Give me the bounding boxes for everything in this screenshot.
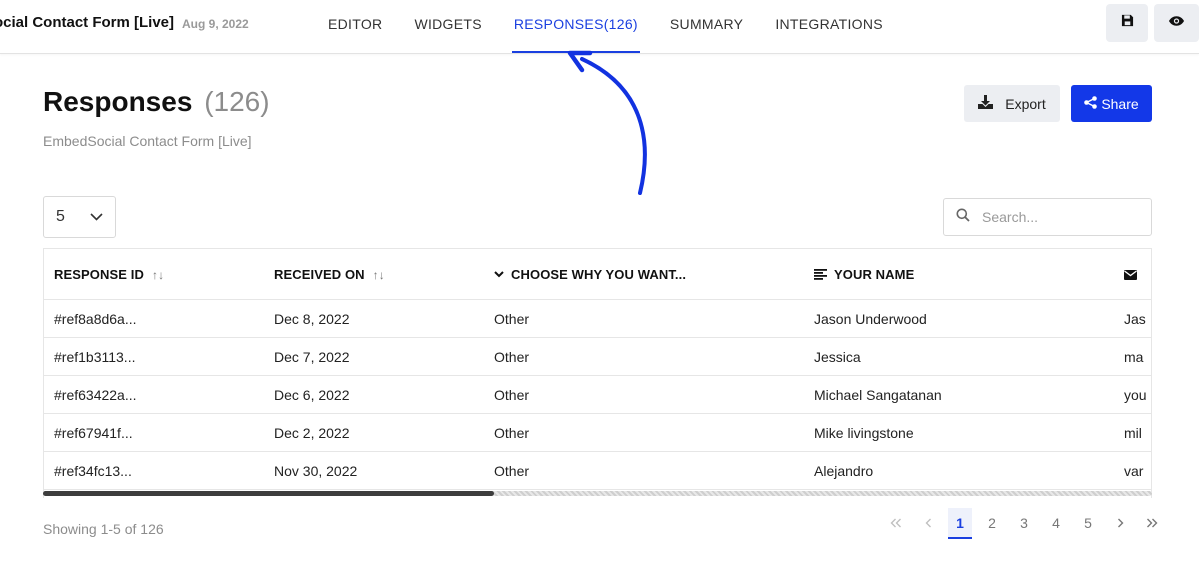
page-5-button[interactable]: 5 bbox=[1072, 508, 1104, 538]
share-button[interactable]: Share bbox=[1071, 85, 1152, 122]
cell-email: mil bbox=[1124, 425, 1142, 441]
page-3-button[interactable]: 3 bbox=[1008, 508, 1040, 538]
share-icon bbox=[1084, 95, 1098, 112]
cell-email: ma bbox=[1124, 349, 1144, 365]
column-header-choose-why[interactable]: CHOOSE WHY YOU WANT... bbox=[494, 249, 794, 300]
floppy-disk-icon bbox=[1121, 14, 1134, 32]
page-title-text: Responses bbox=[43, 86, 193, 117]
share-label: Share bbox=[1101, 95, 1139, 112]
tab-responses[interactable]: RESPONSES(126) bbox=[498, 0, 654, 54]
sort-icon[interactable]: ↑↓ bbox=[373, 268, 385, 282]
cell-response-id: #ref67941f... bbox=[54, 425, 133, 441]
horizontal-scrollbar[interactable] bbox=[43, 491, 1152, 496]
column-label: RECEIVED ON bbox=[274, 267, 365, 282]
response-count: (126) bbox=[204, 86, 270, 117]
cell-received-on: Dec 8, 2022 bbox=[274, 311, 350, 327]
envelope-icon bbox=[1124, 269, 1137, 280]
page-title: Responses (126) bbox=[43, 86, 270, 118]
table-row[interactable]: #ref8a8d6a... Dec 8, 2022 Other Jason Un… bbox=[44, 300, 1151, 338]
column-label: YOUR NAME bbox=[834, 267, 915, 282]
page-2-button[interactable]: 2 bbox=[976, 508, 1008, 538]
next-page-button[interactable] bbox=[1104, 508, 1136, 538]
table-row[interactable]: #ref67941f... Dec 2, 2022 Other Mike liv… bbox=[44, 414, 1151, 452]
form-title: ocial Contact Form [Live] bbox=[0, 14, 175, 31]
column-label: RESPONSE ID bbox=[54, 267, 144, 282]
preview-button[interactable] bbox=[1154, 4, 1199, 42]
cell-response-id: #ref1b3113... bbox=[54, 349, 136, 365]
column-header-received-on[interactable]: RECEIVED ON ↑↓ bbox=[274, 249, 474, 300]
showing-count: Showing 1-5 of 126 bbox=[43, 521, 164, 537]
search-box[interactable] bbox=[943, 198, 1152, 236]
table-row[interactable]: #ref34fc13... Nov 30, 2022 Other Alejand… bbox=[44, 452, 1151, 490]
responses-table: RESPONSE ID ↑↓ RECEIVED ON ↑↓ CHOOSE WHY… bbox=[43, 248, 1152, 498]
search-input[interactable] bbox=[982, 209, 1132, 225]
main-nav: EDITOR WIDGETS RESPONSES(126) SUMMARY IN… bbox=[312, 0, 899, 54]
chevron-down-icon bbox=[90, 208, 103, 226]
cell-reason: Other bbox=[494, 463, 530, 479]
chevron-right-icon bbox=[1117, 518, 1124, 528]
tab-editor[interactable]: EDITOR bbox=[312, 0, 398, 54]
cell-received-on: Dec 6, 2022 bbox=[274, 387, 350, 403]
cell-name: Jason Underwood bbox=[814, 311, 927, 327]
column-label: CHOOSE WHY YOU WANT... bbox=[511, 267, 687, 282]
table-row[interactable]: #ref1b3113... Dec 7, 2022 Other Jessica … bbox=[44, 338, 1151, 376]
cell-response-id: #ref63422a... bbox=[54, 387, 137, 403]
chevron-down-icon bbox=[494, 271, 504, 278]
cell-response-id: #ref34fc13... bbox=[54, 463, 132, 479]
cell-name: Mike livingstone bbox=[814, 425, 914, 441]
annotation-arrow bbox=[567, 50, 647, 195]
cell-reason: Other bbox=[494, 425, 530, 441]
download-icon bbox=[978, 95, 994, 112]
pagination: 1 2 3 4 5 bbox=[880, 508, 1168, 539]
cell-received-on: Dec 7, 2022 bbox=[274, 349, 350, 365]
cell-email: var bbox=[1124, 463, 1144, 479]
cell-received-on: Dec 2, 2022 bbox=[274, 425, 350, 441]
page-subtitle: EmbedSocial Contact Form [Live] bbox=[43, 133, 252, 149]
search-icon bbox=[956, 208, 970, 227]
cell-email: you bbox=[1124, 387, 1147, 403]
cell-email: Jas bbox=[1124, 311, 1146, 327]
page-size-select[interactable]: 5 bbox=[43, 196, 116, 238]
prev-page-button[interactable] bbox=[912, 508, 944, 538]
top-bar: ocial Contact Form [Live] Aug 9, 2022 ED… bbox=[0, 0, 1199, 54]
cell-reason: Other bbox=[494, 387, 530, 403]
cell-response-id: #ref8a8d6a... bbox=[54, 311, 137, 327]
text-lines-icon bbox=[814, 269, 827, 280]
table-row[interactable]: #ref63422a... Dec 6, 2022 Other Michael … bbox=[44, 376, 1151, 414]
scrollbar-thumb[interactable] bbox=[43, 491, 494, 496]
cell-reason: Other bbox=[494, 349, 530, 365]
export-button[interactable]: Export bbox=[964, 85, 1060, 122]
table-header: RESPONSE ID ↑↓ RECEIVED ON ↑↓ CHOOSE WHY… bbox=[44, 249, 1151, 300]
save-button[interactable] bbox=[1106, 4, 1148, 42]
sort-icon[interactable]: ↑↓ bbox=[152, 268, 164, 282]
tab-widgets[interactable]: WIDGETS bbox=[398, 0, 497, 54]
cell-reason: Other bbox=[494, 311, 530, 327]
page-size-value: 5 bbox=[56, 208, 65, 225]
double-chevron-left-icon bbox=[890, 518, 902, 528]
cell-name: Alejandro bbox=[814, 463, 874, 479]
page-1-button[interactable]: 1 bbox=[948, 508, 972, 539]
column-header-response-id[interactable]: RESPONSE ID ↑↓ bbox=[54, 249, 254, 300]
export-label: Export bbox=[1005, 95, 1046, 112]
cell-name: Michael Sangatanan bbox=[814, 387, 942, 403]
eye-icon bbox=[1168, 14, 1185, 32]
tab-integrations[interactable]: INTEGRATIONS bbox=[759, 0, 899, 54]
form-date: Aug 9, 2022 bbox=[182, 17, 249, 31]
cell-received-on: Nov 30, 2022 bbox=[274, 463, 358, 479]
page-4-button[interactable]: 4 bbox=[1040, 508, 1072, 538]
first-page-button[interactable] bbox=[880, 508, 912, 538]
last-page-button[interactable] bbox=[1136, 508, 1168, 538]
double-chevron-right-icon bbox=[1146, 518, 1158, 528]
chevron-left-icon bbox=[925, 518, 932, 528]
cell-name: Jessica bbox=[814, 349, 861, 365]
column-header-email[interactable] bbox=[1124, 249, 1151, 300]
column-header-your-name[interactable]: YOUR NAME bbox=[814, 249, 1104, 300]
tab-summary[interactable]: SUMMARY bbox=[654, 0, 759, 54]
